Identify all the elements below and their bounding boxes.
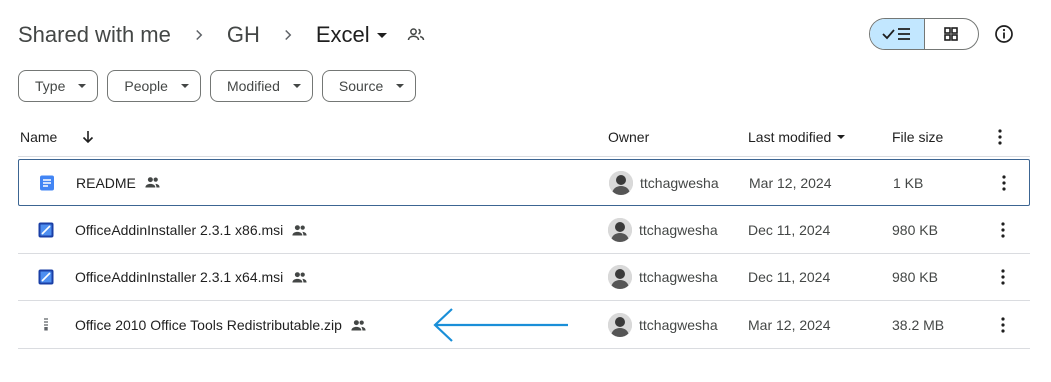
docs-icon xyxy=(39,175,55,191)
annotation-arrow-icon xyxy=(433,308,568,342)
avatar xyxy=(609,170,633,195)
info-icon[interactable] xyxy=(992,22,1016,46)
column-file-size-label: File size xyxy=(892,129,944,145)
shared-people-icon xyxy=(291,269,308,286)
breadcrumb-gh[interactable]: GH xyxy=(227,22,260,48)
more-actions-icon[interactable] xyxy=(993,207,1013,253)
column-name[interactable]: Name xyxy=(20,129,95,145)
column-name-label: Name xyxy=(20,129,58,145)
more-actions-icon[interactable] xyxy=(993,302,1013,348)
view-toggle xyxy=(869,18,979,50)
breadcrumb-shared-with-me[interactable]: Shared with me xyxy=(18,22,171,48)
shared-people-icon xyxy=(144,174,161,191)
check-list-icon xyxy=(882,28,910,40)
table-row[interactable]: README ttchagwesha Mar 12, 2024 1 KB xyxy=(18,159,1030,206)
name-cell: OfficeAddinInstaller 2.3.1 x64.msi xyxy=(38,254,308,300)
avatar xyxy=(608,313,632,337)
owner-name: ttchagwesha xyxy=(639,317,718,333)
installer-icon xyxy=(38,222,54,238)
column-file-size[interactable]: File size xyxy=(892,129,943,145)
sort-caret-icon xyxy=(836,132,846,142)
installer-icon xyxy=(38,269,54,285)
shared-people-icon xyxy=(291,222,308,239)
header-divider xyxy=(18,156,1030,157)
owner-cell: ttchagwesha xyxy=(608,254,718,300)
owner-cell: ttchagwesha xyxy=(608,207,718,253)
file-size: 1 KB xyxy=(893,174,924,191)
filter-modified[interactable]: Modified xyxy=(209,70,313,102)
owner-cell: ttchagwesha xyxy=(609,160,719,205)
filter-type[interactable]: Type xyxy=(18,70,99,102)
column-owner-label: Owner xyxy=(608,129,650,145)
more-actions-icon[interactable] xyxy=(994,160,1014,205)
arrow-down-icon[interactable] xyxy=(81,130,95,144)
zip-icon xyxy=(38,317,54,333)
grid-icon xyxy=(944,27,959,41)
file-name[interactable]: README xyxy=(76,175,136,191)
file-size: 38.2 MB xyxy=(892,317,945,333)
file-name[interactable]: OfficeAddinInstaller 2.3.1 x86.msi xyxy=(75,222,283,238)
filter-label: Modified xyxy=(226,78,280,94)
table-row[interactable]: OfficeAddinInstaller 2.3.1 x64.msi ttcha… xyxy=(18,254,1030,301)
more-actions-icon[interactable] xyxy=(993,254,1013,300)
chevron-right-icon xyxy=(260,26,316,44)
modified-date: Dec 11, 2024 xyxy=(748,269,831,285)
filter-people[interactable]: People xyxy=(107,70,201,102)
file-name[interactable]: Office 2010 Office Tools Redistributable… xyxy=(75,317,342,333)
table-row[interactable]: OfficeAddinInstaller 2.3.1 x86.msi ttcha… xyxy=(18,207,1030,254)
caret-down-icon xyxy=(77,81,87,91)
filter-source[interactable]: Source xyxy=(321,70,417,102)
breadcrumb-excel[interactable]: Excel xyxy=(316,22,370,48)
more-options-icon[interactable] xyxy=(998,129,1002,145)
shared-people-icon xyxy=(350,317,367,334)
column-last-modified[interactable]: Last modified xyxy=(748,129,846,145)
modified-date: Dec 11, 2024 xyxy=(748,222,831,238)
people-icon[interactable] xyxy=(406,25,426,45)
name-cell: Office 2010 Office Tools Redistributable… xyxy=(38,302,367,348)
name-cell: OfficeAddinInstaller 2.3.1 x86.msi xyxy=(38,207,308,253)
caret-down-icon xyxy=(292,81,302,91)
chevron-right-icon xyxy=(171,26,227,44)
owner-cell: ttchagwesha xyxy=(608,302,718,348)
caret-down-icon xyxy=(180,81,190,91)
filter-label: Source xyxy=(338,78,384,94)
file-size: 980 KB xyxy=(892,222,938,238)
column-last-modified-label: Last modified xyxy=(748,129,832,145)
breadcrumb: Shared with me GH Excel xyxy=(18,18,426,52)
owner-name: ttchagwesha xyxy=(639,269,718,285)
avatar xyxy=(608,265,632,289)
file-name[interactable]: OfficeAddinInstaller 2.3.1 x64.msi xyxy=(75,269,283,285)
filter-label: Type xyxy=(35,78,66,94)
avatar xyxy=(608,218,632,242)
owner-name: ttchagwesha xyxy=(639,222,718,238)
file-size: 980 KB xyxy=(892,269,938,285)
owner-name: ttchagwesha xyxy=(640,174,719,191)
caret-down-icon xyxy=(395,81,405,91)
filter-chips: Type People Modified Source xyxy=(18,70,417,102)
name-cell: README xyxy=(39,160,161,205)
grid-view-button[interactable] xyxy=(923,19,979,49)
modified-date: Mar 12, 2024 xyxy=(749,174,832,191)
list-view-button[interactable] xyxy=(870,19,924,49)
table-header: Name Owner Last modified File size xyxy=(18,120,1030,156)
column-owner[interactable]: Owner xyxy=(608,129,649,145)
modified-date: Mar 12, 2024 xyxy=(748,317,831,333)
caret-down-icon[interactable] xyxy=(376,29,388,41)
filter-label: People xyxy=(124,78,168,94)
